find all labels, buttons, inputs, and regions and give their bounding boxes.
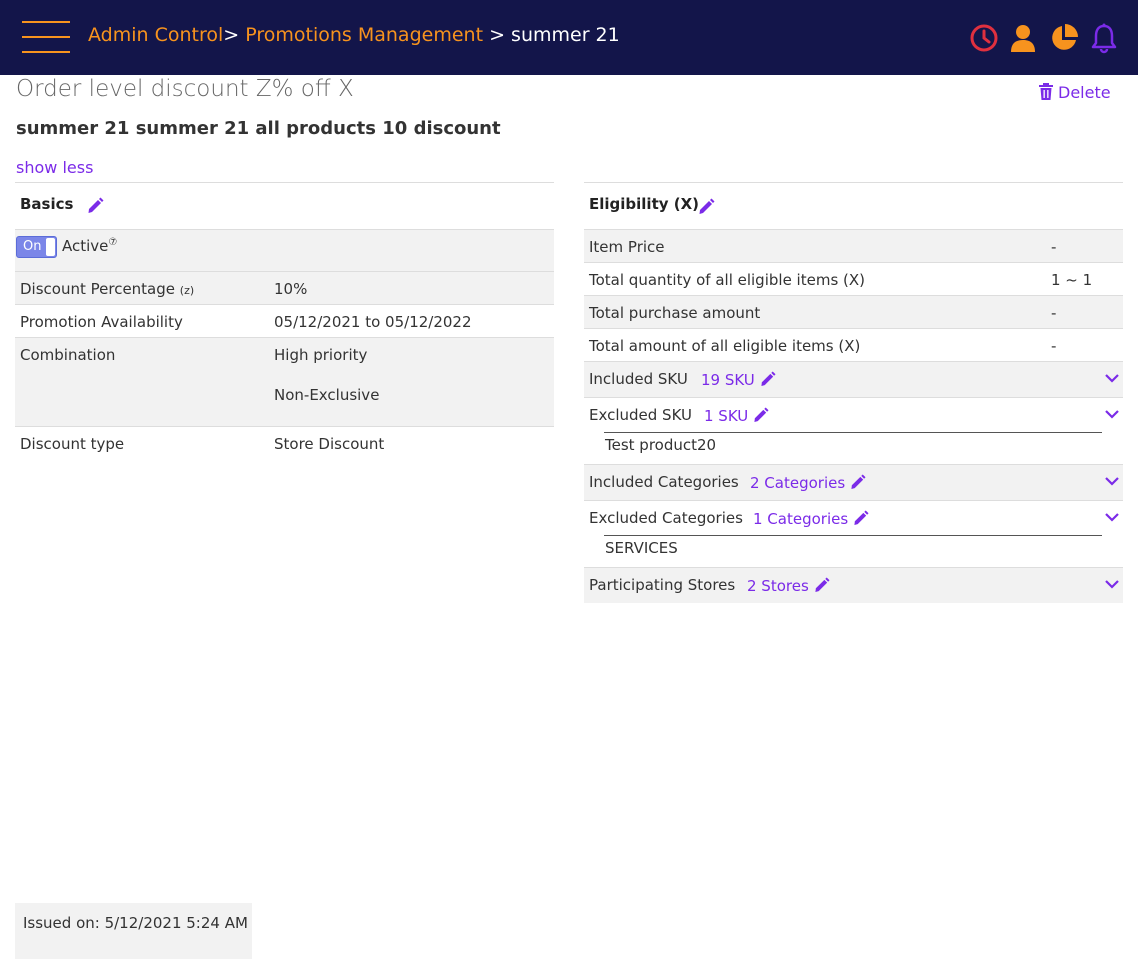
discount-percentage-label-text: Discount Percentage (20, 280, 176, 298)
toggle-knob (46, 238, 55, 256)
discount-percentage-value: 10% (274, 280, 308, 298)
divider (604, 432, 1102, 433)
help-icon[interactable]: ⑦ (108, 237, 117, 248)
breadcrumb-separator: > (489, 24, 505, 46)
basics-title: Basics (20, 195, 74, 213)
active-label-text: Active (62, 237, 109, 255)
excluded-sku-row[interactable]: Excluded SKU 1 SKU Test product20 (584, 397, 1123, 464)
active-row: On Active⑦ (15, 229, 554, 271)
participating-stores-count: 2 Stores (747, 577, 809, 595)
item-price-label: Item Price (589, 238, 665, 256)
combination-priority-value: High priority (274, 346, 368, 364)
top-navigation-bar: Admin Control> Promotions Management > s… (0, 0, 1138, 75)
clock-icon[interactable] (969, 22, 999, 54)
chevron-down-icon[interactable] (1105, 577, 1119, 595)
included-sku-label: Included SKU (589, 370, 688, 388)
chevron-down-icon[interactable] (1105, 407, 1119, 425)
participating-stores-row[interactable]: Participating Stores 2 Stores (584, 567, 1123, 603)
divider (604, 535, 1102, 536)
included-categories-label: Included Categories (589, 473, 739, 491)
breadcrumb-promotions-management[interactable]: Promotions Management (245, 24, 483, 46)
included-categories-count: 2 Categories (750, 474, 846, 492)
active-label: Active⑦ (62, 237, 117, 255)
eligibility-title: Eligibility (X) (589, 195, 700, 213)
active-toggle[interactable]: On (16, 236, 57, 258)
chevron-down-icon[interactable] (1105, 371, 1119, 389)
combination-exclusivity-value: Non-Exclusive (274, 386, 380, 404)
total-purchase-amount-label: Total purchase amount (589, 304, 761, 322)
promotion-availability-label: Promotion Availability (20, 313, 183, 331)
combination-label: Combination (20, 346, 116, 364)
promotion-availability-row: Promotion Availability 05/12/2021 to 05/… (15, 304, 554, 337)
discount-percentage-suffix: (z) (179, 284, 195, 297)
issued-on-text: Issued on: 5/12/2021 5:24 AM (23, 914, 248, 932)
pencil-icon (760, 371, 776, 387)
total-quantity-label: Total quantity of all eligible items (X) (589, 271, 866, 289)
total-quantity-row: Total quantity of all eligible items (X)… (584, 262, 1123, 295)
page-title: Order level discount Z% off X (16, 76, 354, 102)
basics-header: Basics (15, 183, 554, 229)
breadcrumb: Admin Control> Promotions Management > s… (88, 24, 620, 46)
total-purchase-amount-value: - (1051, 304, 1057, 322)
included-sku-count: 19 SKU (701, 371, 755, 389)
chevron-down-icon[interactable] (1105, 474, 1119, 492)
total-amount-eligible-label: Total amount of all eligible items (X) (589, 337, 861, 355)
edit-basics-pencil-icon[interactable] (87, 197, 104, 218)
excluded-sku-count: 1 SKU (704, 407, 749, 425)
hamburger-menu-icon[interactable] (22, 19, 70, 53)
pencil-icon (851, 474, 866, 490)
delete-label: Delete (1058, 83, 1111, 102)
discount-type-value: Store Discount (274, 435, 385, 453)
item-price-value: - (1051, 238, 1057, 256)
included-categories-row[interactable]: Included Categories 2 Categories (584, 464, 1123, 500)
user-icon[interactable] (1008, 22, 1038, 54)
included-sku-link[interactable]: 19 SKU (701, 371, 776, 389)
pie-chart-icon[interactable] (1048, 22, 1078, 54)
excluded-categories-link[interactable]: 1 Categories (753, 510, 869, 528)
excluded-category-item: SERVICES (605, 539, 678, 557)
delete-button[interactable]: Delete (1038, 83, 1111, 102)
promotion-name: summer 21 summer 21 all products 10 disc… (16, 118, 501, 139)
total-amount-eligible-value: - (1051, 337, 1057, 355)
pencil-icon (814, 577, 830, 593)
included-sku-row[interactable]: Included SKU 19 SKU (584, 361, 1123, 397)
eligibility-header: Eligibility (X) (584, 183, 1123, 229)
item-price-row: Item Price - (584, 229, 1123, 262)
toggle-on-label: On (23, 239, 42, 254)
eligibility-panel: Eligibility (X) Item Price - Total quant… (584, 182, 1123, 603)
total-amount-eligible-row: Total amount of all eligible items (X) - (584, 328, 1123, 361)
bell-icon[interactable] (1090, 22, 1120, 54)
excluded-categories-count: 1 Categories (753, 510, 849, 528)
show-less-link[interactable]: show less (16, 158, 93, 177)
breadcrumb-current: summer 21 (511, 24, 620, 46)
participating-stores-label: Participating Stores (589, 576, 736, 594)
excluded-sku-link[interactable]: 1 SKU (704, 407, 769, 425)
pencil-icon (754, 407, 769, 423)
promotion-availability-value: 05/12/2021 to 05/12/2022 (274, 313, 472, 331)
included-categories-link[interactable]: 2 Categories (750, 474, 866, 492)
discount-percentage-row: Discount Percentage (z) 10% (15, 271, 554, 304)
total-purchase-amount-row: Total purchase amount - (584, 295, 1123, 328)
discount-percentage-label: Discount Percentage (z) (20, 280, 194, 298)
breadcrumb-separator: > (223, 24, 240, 46)
excluded-categories-row[interactable]: Excluded Categories 1 Categories SERVICE… (584, 500, 1123, 567)
excluded-sku-item: Test product20 (605, 436, 717, 454)
basics-panel: Basics On Active⑦ Discount Percentage (z… (15, 182, 554, 461)
excluded-sku-label: Excluded SKU (589, 406, 692, 424)
chevron-down-icon[interactable] (1105, 510, 1119, 528)
pencil-icon (854, 510, 869, 526)
edit-eligibility-pencil-icon[interactable] (698, 198, 715, 219)
issued-on-box: Issued on: 5/12/2021 5:24 AM (15, 903, 252, 959)
participating-stores-link[interactable]: 2 Stores (747, 577, 830, 595)
discount-type-label: Discount type (20, 435, 125, 453)
trash-icon (1039, 83, 1053, 100)
excluded-categories-label: Excluded Categories (589, 509, 743, 527)
combination-row: Combination High priority Non-Exclusive (15, 337, 554, 426)
breadcrumb-admin-control[interactable]: Admin Control (88, 24, 223, 46)
total-quantity-value: 1 ~ 1 (1051, 271, 1093, 289)
discount-type-row: Discount type Store Discount (15, 426, 554, 461)
